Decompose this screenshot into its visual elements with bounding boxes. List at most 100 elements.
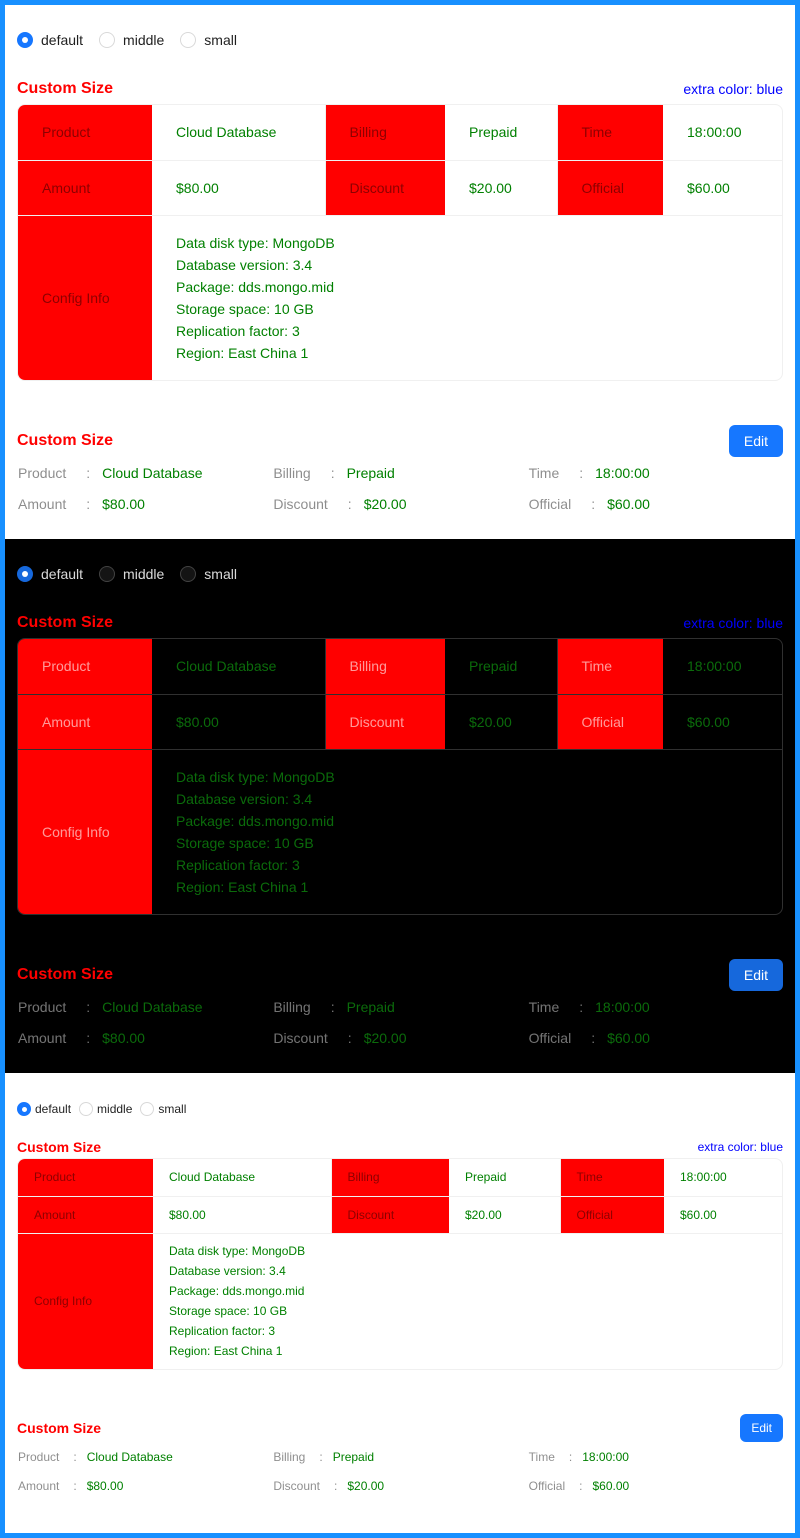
item-value: $80.00 (153, 1196, 332, 1234)
item-label: Time (528, 1449, 555, 1464)
radio-circle-icon[interactable] (79, 1102, 94, 1116)
descriptions-item: Product: Cloud Database (17, 1450, 272, 1464)
item-label: Discount (273, 1478, 321, 1493)
descriptions-item: Time:18:00:00 (528, 1450, 783, 1464)
item-label: Amount (18, 1029, 67, 1046)
edit-button[interactable]: Edit (728, 425, 783, 457)
radio-circle-icon[interactable] (17, 566, 33, 582)
radio-default[interactable]: default (17, 1102, 71, 1116)
colon: : (579, 998, 584, 1015)
item-value: 18:00:00 (582, 1449, 629, 1464)
radio-circle-icon[interactable] (17, 32, 33, 48)
colon: : (330, 464, 335, 481)
radio-circle-icon[interactable] (17, 1102, 31, 1116)
section-title: Custom Size (17, 80, 114, 97)
config-line: Package: dds.mongo.mid (169, 1284, 305, 1299)
config-line: Storage space: 10 GB (176, 300, 314, 317)
colon: : (86, 495, 91, 512)
radio-circle-icon[interactable] (99, 566, 116, 582)
extra-text: extra color: blue (697, 1140, 783, 1154)
radio-circle-icon[interactable] (180, 32, 197, 48)
table-row: Config Info Data disk type: MongoDB Databa… (18, 215, 782, 380)
item-label: Time (557, 105, 663, 161)
config-label: Config Info (18, 1233, 153, 1369)
item-value: Prepaid (445, 105, 558, 161)
item-value: $60.00 (664, 1196, 782, 1234)
descriptions-item: Billing: Prepaid (272, 1450, 527, 1464)
radio-middle[interactable]: middle (99, 566, 164, 582)
radio-label: default (41, 32, 84, 48)
descriptions-row: Amount: $80.00 Discount: $20.00 Official: $60… (17, 1022, 783, 1053)
descriptions-item: Billing: Prepaid (272, 465, 527, 481)
item-label: Billing (273, 998, 311, 1015)
item-label: Time (557, 639, 663, 695)
radio-label: middle (97, 1102, 133, 1116)
config-value: Data disk type: MongoDB Database version:… (152, 215, 782, 380)
size-radio-group: default middle small (17, 1073, 783, 1117)
item-label: Amount (18, 495, 67, 512)
descriptions-item: Amount: $80.00 (17, 496, 272, 512)
table-row: Product Cloud Database Billing Prepaid Time 1… (18, 105, 782, 161)
config-label: Config Info (18, 215, 152, 380)
descriptions-row: Amount: $80.00 Discount: $20.00 Official: $60… (17, 488, 783, 519)
radio-default[interactable]: default (17, 566, 83, 582)
descriptions-item: Amount: $80.00 (17, 1479, 272, 1493)
colon: : (86, 1029, 91, 1046)
descriptions-header: Custom Size Edit (17, 425, 783, 457)
descriptions-item: Billing: Prepaid (272, 999, 527, 1015)
descriptions-row: Product: Cloud Database Billing: Prepaid Tim… (17, 457, 783, 488)
radio-small[interactable]: small (140, 1102, 186, 1116)
section-title: Custom Size (17, 966, 114, 983)
radio-circle-icon[interactable] (99, 32, 116, 48)
item-value: Cloud Database (102, 464, 203, 481)
radio-circle-icon[interactable] (140, 1102, 155, 1116)
colon: : (579, 1478, 583, 1493)
item-value: $60.00 (663, 694, 782, 750)
dark-section: default middle small Custom Size extra color… (5, 539, 795, 1073)
radio-small[interactable]: small (180, 566, 237, 582)
descriptions-item: Amount: $80.00 (17, 1030, 272, 1046)
colon: : (579, 464, 584, 481)
item-label: Official (528, 495, 572, 512)
item-label: Product (18, 639, 152, 695)
config-value: Data disk type: MongoDB Database version:… (153, 1233, 782, 1369)
config-line: Replication factor: 3 (169, 1324, 276, 1339)
radio-middle[interactable]: middle (79, 1102, 132, 1116)
item-value: $20.00 (445, 160, 558, 216)
item-label: Official (557, 694, 663, 750)
config-line: Region: East China 1 (169, 1344, 283, 1359)
item-label: Time (528, 464, 560, 481)
radio-small[interactable]: small (180, 32, 237, 48)
item-value: Prepaid (346, 464, 395, 481)
item-value: $20.00 (363, 1029, 407, 1046)
edit-button[interactable]: Edit (740, 1414, 783, 1442)
colon: : (86, 998, 91, 1015)
item-label: Billing (273, 1449, 306, 1464)
radio-default[interactable]: default (17, 32, 83, 48)
table-header: Custom Size extra color: blue (17, 603, 783, 635)
item-value: Prepaid (449, 1159, 561, 1197)
table-row: Amount $80.00 Discount $20.00 Official $60.00 (18, 160, 782, 216)
descriptions-item: Product: Cloud Database (17, 465, 272, 481)
item-value: Prepaid (445, 639, 558, 695)
light-section: default middle small Custom Size extra color… (5, 5, 795, 539)
small-section: default middle small Custom Size extra color… (5, 1073, 795, 1533)
size-radio-group: default middle small (17, 539, 783, 585)
edit-button[interactable]: Edit (728, 959, 783, 991)
radio-circle-icon[interactable] (180, 566, 197, 582)
radio-middle[interactable]: middle (99, 32, 164, 48)
item-label: Billing (325, 639, 445, 695)
descriptions-row: Product: Cloud Database Billing: Prepaid Tim… (17, 991, 783, 1022)
item-label: Official (528, 1478, 566, 1493)
item-value: 18:00:00 (663, 105, 782, 161)
item-label: Product (18, 1449, 60, 1464)
item-value: $60.00 (607, 1029, 650, 1046)
table-header: Custom Size extra color: blue (17, 69, 783, 101)
section-title: Custom Size (17, 432, 114, 449)
colon: : (591, 1029, 596, 1046)
item-value: Cloud Database (152, 639, 326, 695)
radio-label: middle (123, 566, 165, 582)
section-title: Custom Size (17, 1420, 102, 1436)
radio-label: small (204, 566, 237, 582)
bordered-descriptions: Product Cloud Database Billing Prepaid Time 1… (17, 104, 783, 381)
